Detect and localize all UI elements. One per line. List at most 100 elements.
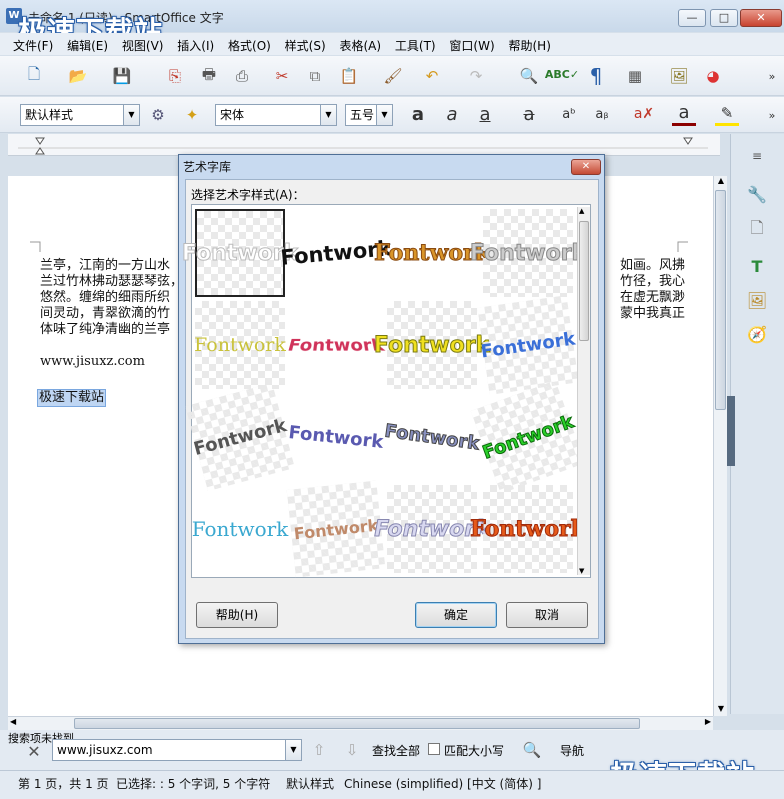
bold-icon[interactable]: a: [406, 102, 430, 126]
gallery-scrollbar[interactable]: ▲ ▼: [577, 207, 590, 575]
match-case-checkbox[interactable]: [428, 743, 440, 755]
close-find-icon[interactable]: ✕: [22, 739, 46, 763]
open-folder-icon[interactable]: 📂: [66, 64, 90, 88]
menu-window[interactable]: 窗口(W): [444, 35, 499, 56]
scroll-thumb[interactable]: [715, 190, 726, 410]
print-icon[interactable]: 🖶: [197, 64, 221, 88]
find-all-button[interactable]: 查找全部: [372, 742, 420, 759]
vertical-scrollbar[interactable]: ▲ ▼: [713, 176, 727, 716]
save-icon[interactable]: 💾: [110, 64, 134, 88]
fontwork-style-8[interactable]: Fontwork: [477, 295, 579, 395]
cancel-button[interactable]: 取消: [506, 602, 588, 628]
fontwork-style-1[interactable]: Fontwork: [181, 209, 299, 297]
export-pdf-icon[interactable]: ⎘: [163, 64, 187, 88]
table-icon[interactable]: ▦: [623, 64, 647, 88]
toolbar-overflow-icon[interactable]: »: [760, 103, 784, 127]
undo-icon[interactable]: ↶: [420, 64, 444, 88]
fontwork-style-11[interactable]: Fontwork: [381, 387, 482, 487]
image-icon[interactable]: 🖼: [667, 64, 691, 88]
format-paintbrush-icon[interactable]: 🖌: [381, 64, 405, 88]
paragraph-style-select[interactable]: 默认样式 ▼: [20, 104, 140, 126]
font-color-icon[interactable]: a: [672, 102, 696, 126]
fontwork-style-2[interactable]: Fontwork: [280, 205, 393, 301]
styles-icon[interactable]: T: [743, 254, 771, 278]
chevron-down-icon[interactable]: ▼: [285, 740, 301, 760]
find-next-icon[interactable]: ⇩: [340, 738, 364, 762]
page-icon[interactable]: 🗋: [743, 218, 771, 242]
font-name-select[interactable]: 宋体 ▼: [215, 104, 337, 126]
navigator-compass-icon[interactable]: 🧭: [743, 322, 771, 346]
redo-icon[interactable]: ↷: [464, 64, 488, 88]
font-size-select[interactable]: 五号 ▼: [345, 104, 393, 126]
find-input[interactable]: www.jisuxz.com ▼: [52, 739, 302, 761]
navigation-label[interactable]: 导航: [560, 742, 584, 759]
url-line[interactable]: www.jisuxz.com: [40, 354, 145, 370]
menu-help[interactable]: 帮助(H): [503, 35, 555, 56]
chevron-down-icon[interactable]: ▼: [376, 105, 392, 125]
selected-text[interactable]: 极速下载站: [36, 389, 107, 407]
fontwork-style-3[interactable]: Fontwork: [374, 209, 491, 297]
scroll-up-icon[interactable]: ▲: [715, 176, 727, 188]
scroll-down-icon[interactable]: ▼: [579, 567, 584, 575]
fontwork-style-10[interactable]: Fontwork: [287, 389, 386, 486]
menu-table[interactable]: 表格(A): [334, 35, 386, 56]
menu-tools[interactable]: 工具(T): [390, 35, 441, 56]
menu-view[interactable]: 视图(V): [117, 35, 169, 56]
menu-style[interactable]: 样式(S): [280, 35, 331, 56]
print-preview-icon[interactable]: ⎙: [230, 64, 254, 88]
fontwork-style-15[interactable]: Fontwork: [374, 485, 490, 573]
find-replace-icon[interactable]: 🔍: [520, 738, 544, 762]
superscript-icon[interactable]: aᵇ: [557, 102, 581, 126]
menu-format[interactable]: 格式(O): [223, 35, 276, 56]
dialog-close-button[interactable]: ✕: [571, 159, 601, 175]
formatting-marks-icon[interactable]: ¶: [584, 64, 608, 88]
fontwork-style-14[interactable]: Fontwork: [286, 480, 386, 578]
italic-icon[interactable]: a: [440, 102, 464, 126]
new-document-icon[interactable]: 🗋: [22, 64, 46, 88]
chevron-down-icon[interactable]: ▼: [320, 105, 336, 125]
fontwork-style-9[interactable]: Fontwork: [185, 382, 295, 492]
chart-icon[interactable]: ◕: [701, 64, 725, 88]
gallery-icon[interactable]: 🖼: [743, 288, 771, 312]
sidebar-menu-icon[interactable]: ≡: [743, 144, 771, 168]
fontwork-style-16[interactable]: Fontwork: [470, 485, 586, 573]
strikethrough-icon[interactable]: a: [517, 102, 541, 126]
fontwork-style-5[interactable]: Fontwork: [194, 301, 286, 389]
spellcheck-icon[interactable]: ABC✓: [545, 62, 579, 86]
scroll-left-icon[interactable]: ◀: [10, 717, 16, 726]
highlight-icon[interactable]: ✎: [715, 102, 739, 126]
ok-button[interactable]: 确定: [415, 602, 497, 628]
minimize-button[interactable]: —: [678, 9, 706, 27]
underline-icon[interactable]: a: [473, 102, 497, 126]
help-button[interactable]: 帮助(H): [196, 602, 278, 628]
cut-icon[interactable]: ✂: [270, 64, 294, 88]
scroll-thumb[interactable]: [74, 718, 640, 729]
toolbar-overflow-icon[interactable]: »: [760, 64, 784, 88]
maximize-button[interactable]: □: [710, 9, 738, 27]
properties-wrench-icon[interactable]: 🔧: [743, 182, 771, 206]
menu-file[interactable]: 文件(F): [8, 35, 58, 56]
new-style-icon[interactable]: ✦: [180, 103, 204, 127]
find-previous-icon[interactable]: ⇧: [307, 738, 331, 762]
horizontal-ruler[interactable]: [8, 134, 720, 156]
language-indicator[interactable]: Chinese (simplified) [中文 (简体) ]: [344, 775, 541, 792]
scroll-up-icon[interactable]: ▲: [579, 207, 584, 215]
menu-edit[interactable]: 编辑(E): [62, 35, 113, 56]
menu-insert[interactable]: 插入(I): [172, 35, 219, 56]
chevron-down-icon[interactable]: ▼: [123, 105, 139, 125]
clear-formatting-icon[interactable]: a✗: [632, 102, 656, 126]
body-paragraph-right[interactable]: 如画。风拂 竹径，我心 在虚无飘渺 蒙中我真正: [620, 258, 690, 322]
fontwork-style-12[interactable]: Fontwork: [470, 380, 586, 494]
fontwork-style-4[interactable]: Fontwork: [469, 209, 587, 297]
horizontal-scrollbar[interactable]: ◀ ▶: [8, 716, 713, 730]
fontwork-gallery[interactable]: Fontwork Fontwork Fontwork Fontwork Font…: [181, 204, 591, 578]
subscript-icon[interactable]: aᵦ: [590, 102, 614, 126]
copy-icon[interactable]: ⧉: [303, 64, 327, 88]
scroll-right-icon[interactable]: ▶: [705, 717, 711, 726]
body-paragraph-left[interactable]: 兰亭，江南的一方山水 兰过竹林拂动瑟瑟琴弦， 悠然。缠绵的细雨所织 间灵动，青翠…: [40, 258, 190, 338]
fontwork-style-7[interactable]: Fontwork: [373, 301, 491, 389]
sidebar-collapse-handle[interactable]: [727, 396, 735, 466]
scroll-down-icon[interactable]: ▼: [715, 704, 727, 716]
paste-icon[interactable]: 📋: [337, 64, 361, 88]
update-style-icon[interactable]: ⚙: [146, 103, 170, 127]
